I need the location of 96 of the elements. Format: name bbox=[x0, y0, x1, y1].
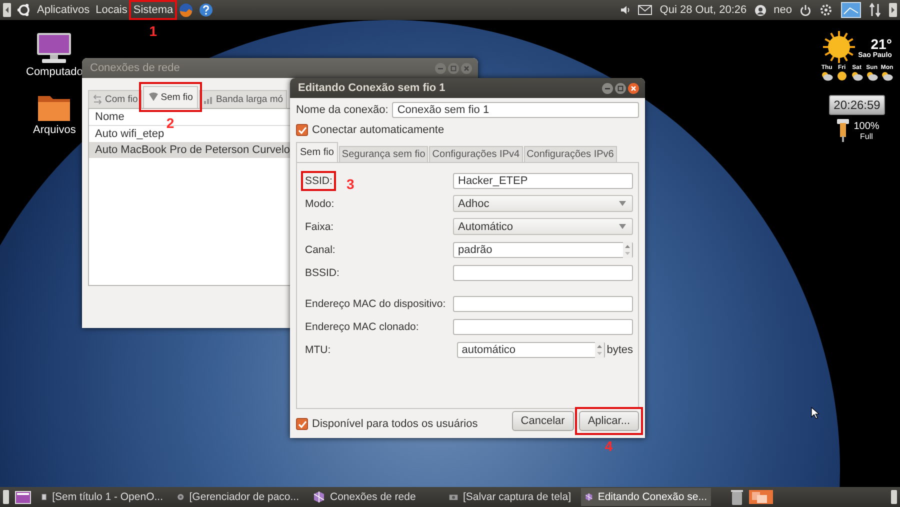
clock-display: 20:26:59 bbox=[828, 95, 886, 115]
menu-item[interactable]: Sistema bbox=[133, 4, 174, 16]
cube-icon bbox=[585, 491, 593, 503]
tab[interactable]: Sem fio bbox=[296, 142, 338, 162]
cloud-icon bbox=[820, 71, 833, 81]
field-label: SSID: bbox=[305, 174, 332, 186]
sun-icon bbox=[822, 30, 856, 64]
trash-icon[interactable] bbox=[731, 490, 743, 504]
wifi-icon bbox=[148, 92, 159, 103]
tab[interactable]: Segurança sem fio bbox=[338, 146, 428, 162]
up-down-arrows-icon bbox=[594, 342, 604, 358]
field-label: Endereço MAC do dispositivo: bbox=[305, 298, 446, 310]
annotation-number: 3 bbox=[346, 176, 354, 192]
checkbox[interactable] bbox=[296, 418, 308, 430]
workspace-switcher-icon[interactable] bbox=[749, 490, 773, 504]
field-label: Nome da conexão: bbox=[296, 104, 388, 116]
desktop-icon[interactable] bbox=[15, 490, 31, 504]
field-label: Modo: bbox=[305, 198, 334, 210]
minimize-icon[interactable] bbox=[602, 82, 613, 94]
taskbar-item[interactable]: Editando Conexão se... bbox=[581, 488, 711, 506]
field-label: Faixa: bbox=[305, 220, 334, 232]
cube-icon bbox=[313, 491, 325, 503]
annotation-number: 4 bbox=[604, 438, 613, 454]
tab[interactable]: Banda larga mó bbox=[198, 90, 288, 108]
menu-item[interactable]: Aplicativos bbox=[37, 4, 90, 16]
check-icon bbox=[298, 420, 306, 428]
annotation-number: 2 bbox=[166, 115, 174, 131]
spin-field[interactable]: automático bbox=[456, 342, 605, 358]
arrow-left-icon bbox=[3, 3, 11, 17]
monitor-icon[interactable] bbox=[36, 32, 72, 64]
taskbar-item[interactable]: [Gerenciador de paco... bbox=[173, 488, 303, 506]
power-icon[interactable] bbox=[800, 4, 811, 16]
button[interactable]: Cancelar bbox=[512, 411, 574, 431]
field-label: Endereço MAC clonado: bbox=[305, 320, 419, 332]
battery-percent: 100% bbox=[854, 121, 880, 132]
highlight-box bbox=[301, 170, 336, 190]
mail-icon[interactable] bbox=[638, 5, 652, 15]
document-icon bbox=[41, 491, 48, 503]
clock-text[interactable]: Qui 28 Out, 20:26 bbox=[660, 4, 747, 16]
close-icon[interactable] bbox=[628, 82, 639, 94]
column-header[interactable]: Nome bbox=[95, 111, 124, 123]
button[interactable]: Aplicar... bbox=[578, 411, 639, 431]
field-label: BSSID: bbox=[305, 266, 340, 278]
window-title: Conexões de rede bbox=[90, 62, 180, 74]
maximize-icon[interactable] bbox=[615, 82, 626, 94]
checkbox[interactable] bbox=[296, 124, 308, 136]
cursor-icon bbox=[811, 407, 819, 419]
highlight-box bbox=[129, 0, 178, 20]
window-title: Editando Conexão sem fio 1 bbox=[298, 82, 446, 94]
check-icon bbox=[298, 126, 306, 134]
icon-label[interactable]: Computado bbox=[26, 66, 83, 78]
dropdown[interactable]: Adhoc bbox=[453, 195, 633, 212]
input-field[interactable]: Hacker_ETEP bbox=[453, 172, 633, 188]
tab[interactable]: Sem fio bbox=[142, 86, 198, 108]
help-icon[interactable] bbox=[199, 3, 214, 17]
taskbar-item[interactable]: [Sem título 1 - OpenO... bbox=[37, 488, 167, 506]
cloud-icon bbox=[880, 71, 893, 81]
menu-item[interactable]: Locais bbox=[96, 4, 128, 16]
arrow-right-icon[interactable] bbox=[889, 3, 897, 17]
gear-icon[interactable] bbox=[819, 3, 833, 17]
input-field[interactable]: Conexão sem fio 1 bbox=[392, 102, 639, 118]
unit-label: bytes bbox=[606, 344, 633, 356]
arrows-updown-icon[interactable] bbox=[869, 3, 881, 17]
volume-icon[interactable] bbox=[620, 5, 630, 15]
user-icon[interactable] bbox=[754, 4, 766, 16]
package-icon bbox=[177, 491, 184, 503]
input-field[interactable] bbox=[453, 264, 633, 280]
caret-down-icon bbox=[619, 201, 626, 206]
up-down-arrows-icon bbox=[623, 242, 632, 258]
checkbox-label[interactable]: Disponível para todos os usuários bbox=[312, 418, 478, 430]
highlight-box bbox=[138, 82, 202, 112]
input-field[interactable] bbox=[453, 296, 633, 312]
icon-label[interactable]: Arquivos bbox=[33, 124, 76, 136]
logo-icon bbox=[17, 3, 31, 17]
cloud-icon bbox=[850, 71, 863, 81]
signal-bars-icon bbox=[202, 94, 214, 105]
cloud-icon bbox=[866, 71, 878, 81]
tab[interactable]: Configurações IPv4 bbox=[429, 146, 523, 162]
taskbar-item[interactable]: Conexões de rede bbox=[309, 488, 439, 506]
annotation-number: 1 bbox=[149, 23, 158, 39]
sun-icon bbox=[836, 71, 848, 81]
dropdown[interactable]: Automático bbox=[453, 218, 633, 235]
user-name[interactable]: neo bbox=[774, 4, 792, 16]
tab[interactable]: Configurações IPv6 bbox=[524, 146, 617, 162]
checkbox-label[interactable]: Conectar automaticamente bbox=[312, 124, 444, 136]
arrows-icon bbox=[92, 94, 103, 105]
input-field[interactable] bbox=[453, 318, 633, 334]
battery-status: Full bbox=[860, 132, 873, 141]
temperature-text: 21° bbox=[870, 36, 892, 52]
taskbar-item[interactable]: [Salvar captura de tela] bbox=[445, 488, 575, 506]
field-label: Canal: bbox=[305, 244, 336, 256]
spin-field[interactable]: padrão bbox=[453, 242, 633, 258]
caret-down-icon bbox=[619, 224, 626, 229]
field-label: MTU: bbox=[305, 344, 331, 356]
highlight-box bbox=[574, 407, 643, 435]
tab[interactable]: Com fio bbox=[88, 90, 142, 108]
